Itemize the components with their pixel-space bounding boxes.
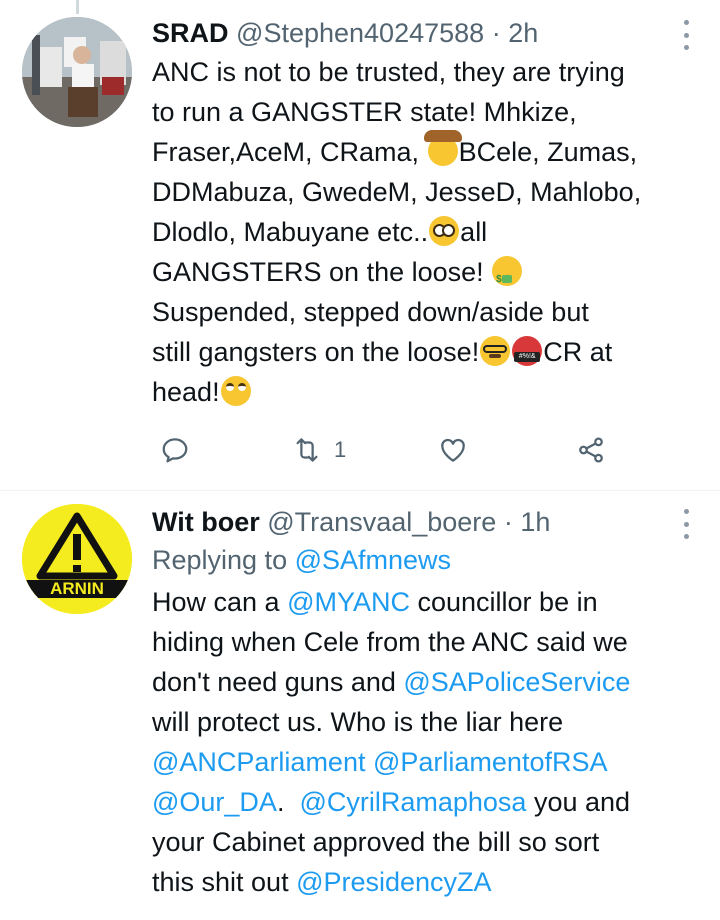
author-handle[interactable]: @Stephen40247588 bbox=[236, 18, 484, 48]
share-button[interactable] bbox=[576, 432, 606, 468]
reply-icon bbox=[162, 438, 188, 463]
disguise-emoji bbox=[480, 336, 511, 366]
mention-link[interactable]: @SAPoliceService bbox=[403, 667, 630, 697]
tweet-header: SRAD @Stephen40247588 · 2h bbox=[152, 14, 690, 52]
tweet-body: Wit boer @Transvaal_boere · 1h Replying … bbox=[152, 503, 690, 902]
mention-link[interactable]: @CyrilRamaphosa bbox=[299, 787, 526, 817]
timestamp[interactable]: 1h bbox=[520, 507, 550, 537]
separator-dot: · bbox=[491, 18, 501, 48]
mention-link[interactable]: @MYANC bbox=[287, 587, 410, 617]
author-handle[interactable]: @Transvaal_boere bbox=[267, 507, 496, 537]
avatar-wit-boer[interactable]: ARNIN bbox=[22, 504, 132, 614]
like-button[interactable] bbox=[438, 432, 468, 468]
reply-mention-link[interactable]: @SAfmnews bbox=[295, 545, 451, 575]
warning-sign-icon: ARNIN bbox=[22, 504, 132, 614]
retweet-icon bbox=[296, 438, 318, 462]
heart-icon bbox=[441, 438, 465, 462]
tweet-body: SRAD @Stephen40247588 · 2h ANC is not to… bbox=[152, 14, 690, 412]
avatar-warning-text: ARNIN bbox=[50, 579, 104, 598]
author-name[interactable]: SRAD bbox=[152, 18, 229, 48]
eye-roll-emoji bbox=[220, 376, 251, 406]
mention-link[interactable]: @ANCParliament bbox=[152, 747, 365, 777]
avatar-srad[interactable] bbox=[22, 17, 132, 127]
cowboy-emoji bbox=[423, 130, 462, 166]
reply-button[interactable] bbox=[160, 432, 190, 468]
author-name[interactable]: Wit boer bbox=[152, 507, 260, 537]
separator-dot: · bbox=[503, 507, 513, 537]
mention-link[interactable]: @Our_DA bbox=[152, 787, 277, 817]
timestamp[interactable]: 2h bbox=[508, 18, 538, 48]
mention-link[interactable]: @PresidencyZA bbox=[296, 867, 491, 897]
retweet-count: 1 bbox=[334, 437, 347, 462]
avatar-photo-street-scene bbox=[22, 17, 132, 127]
tweet-wit-boer[interactable]: ARNIN Wit boer @Transvaal_boere · 1h Rep… bbox=[0, 491, 720, 920]
money-mouth-emoji bbox=[492, 256, 523, 300]
flushed-emoji bbox=[429, 216, 460, 246]
tweet-srad[interactable]: SRAD @Stephen40247588 · 2h ANC is not to… bbox=[0, 0, 720, 490]
mention-link[interactable]: @ParliamentofRSA bbox=[373, 747, 608, 777]
tweet-text: ANC is not to be trusted, they are tryin… bbox=[152, 52, 690, 412]
cursing-emoji bbox=[512, 336, 543, 366]
replying-to: Replying to @SAfmnews bbox=[152, 545, 452, 575]
tweet-header: Wit boer @Transvaal_boere · 1h bbox=[152, 503, 690, 541]
share-icon bbox=[579, 437, 603, 463]
tweet-text: How can a @MYANC councillor be in hiding… bbox=[152, 587, 631, 897]
tweet-actions: 1 bbox=[152, 432, 622, 468]
retweet-button[interactable]: 1 bbox=[292, 432, 346, 468]
